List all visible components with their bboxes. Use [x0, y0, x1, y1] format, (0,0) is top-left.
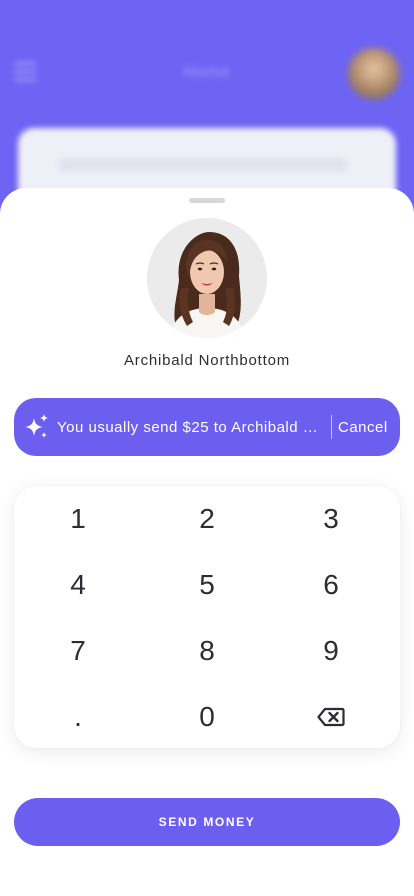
suggestion-divider	[331, 415, 332, 439]
key-9[interactable]: 9	[291, 626, 371, 676]
key-6[interactable]: 6	[291, 560, 371, 610]
recipient-name: Archibald Northbottom	[123, 352, 291, 369]
key-7[interactable]: 7	[38, 626, 118, 676]
recipient-avatar	[147, 218, 267, 338]
sparkle-icon	[24, 413, 50, 441]
key-2[interactable]: 2	[167, 494, 247, 544]
backspace-icon[interactable]	[291, 692, 371, 742]
key-4[interactable]: 4	[38, 560, 118, 610]
key-3[interactable]: 3	[291, 494, 371, 544]
send-suggestion-banner[interactable]: You usually send $25 to Archibald Northb…	[14, 398, 400, 456]
sheet-grabber[interactable]	[189, 198, 225, 203]
key-1[interactable]: 1	[38, 494, 118, 544]
number-keypad: 1 2 3 4 5 6 7 8 9 . 0	[14, 486, 400, 748]
suggestion-text[interactable]: You usually send $25 to Archibald Northb…	[57, 419, 325, 436]
key-5[interactable]: 5	[167, 560, 247, 610]
key-0[interactable]: 0	[167, 692, 247, 742]
send-money-sheet: Archibald Northbottom You usually send $…	[0, 188, 414, 896]
key-8[interactable]: 8	[167, 626, 247, 676]
send-money-button[interactable]: SEND MONEY	[14, 798, 400, 846]
key-decimal[interactable]: .	[38, 692, 118, 742]
cancel-suggestion-button[interactable]: Cancel	[338, 419, 388, 436]
profile-avatar	[348, 48, 400, 100]
